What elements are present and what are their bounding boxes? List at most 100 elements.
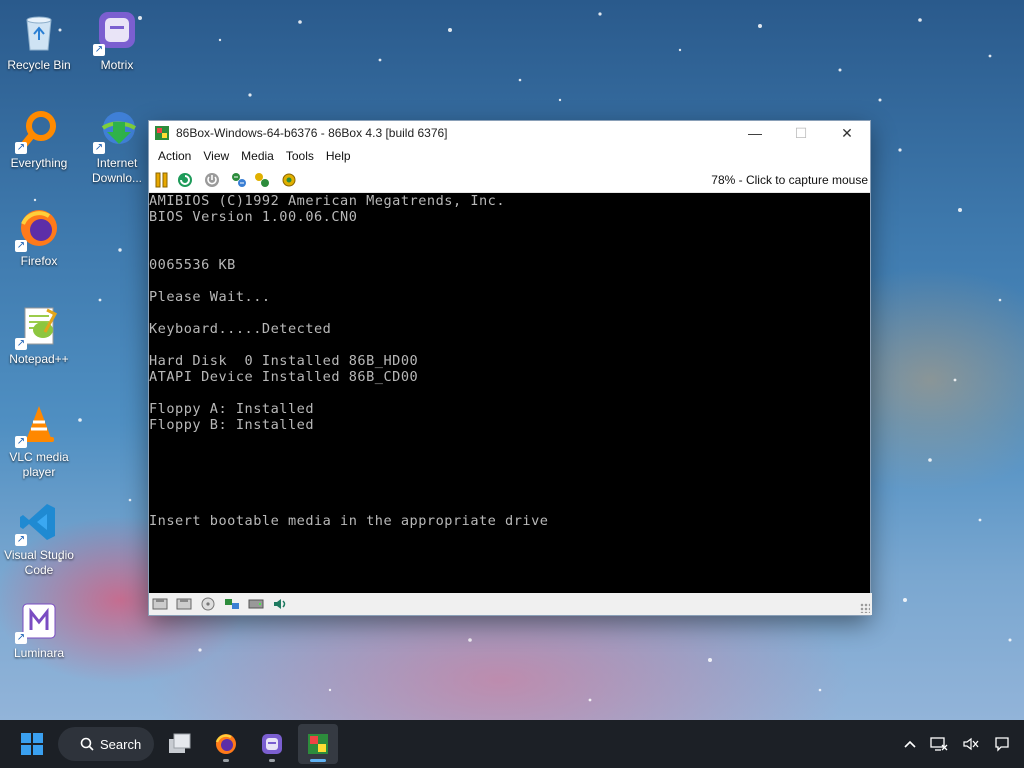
power-icon: [205, 172, 219, 187]
network-tray-button[interactable]: [930, 736, 948, 752]
hard-disk-icon: [248, 599, 264, 609]
desktop-icon-internet-download-manager[interactable]: ↗ Internet Downlo...: [78, 108, 156, 186]
show-hidden-icons-button[interactable]: [904, 740, 916, 748]
notepadpp-icon: ↗: [15, 304, 61, 350]
desktop-icon-firefox[interactable]: ↗ Firefox: [0, 206, 78, 269]
menu-bar: Action View Media Tools Help: [149, 145, 870, 167]
resize-grip[interactable]: [860, 603, 870, 613]
search-icon: [80, 737, 94, 751]
taskbar-search[interactable]: Search: [58, 727, 154, 761]
hard-reset-button[interactable]: [230, 171, 248, 189]
ctrl-alt-del-button[interactable]: [176, 171, 194, 189]
shortcut-arrow-icon: ↗: [15, 142, 27, 154]
notifications-button[interactable]: [994, 736, 1010, 752]
bios-line: Insert bootable media in the appropriate…: [149, 513, 549, 529]
floppy-icon: [152, 598, 168, 610]
everything-icon: ↗: [15, 108, 61, 154]
shortcut-arrow-icon: ↗: [15, 534, 27, 546]
bios-line: 0065536 KB: [149, 257, 236, 273]
bios-line: BIOS Version 1.00.06.CN0: [149, 209, 358, 225]
close-button[interactable]: ✕: [824, 121, 870, 145]
desktop-icon-notepadpp[interactable]: ↗ Notepad++: [0, 304, 78, 367]
86box-icon: [155, 126, 169, 140]
pause-button[interactable]: [153, 171, 171, 189]
shortcut-arrow-icon: ↗: [15, 338, 27, 350]
bios-line: Keyboard.....Detected: [149, 321, 332, 337]
maximize-button[interactable]: ☐: [778, 121, 824, 145]
taskbar-firefox[interactable]: [206, 724, 246, 764]
shortcut-arrow-icon: ↗: [93, 44, 105, 56]
running-indicator: [269, 759, 275, 762]
hard-disk-status[interactable]: [247, 596, 265, 612]
bios-line: [149, 433, 548, 449]
windows-logo-icon: [21, 733, 43, 755]
network-icon: [225, 599, 239, 609]
desktop-icon-label: VLC media player: [9, 450, 69, 479]
minimize-button[interactable]: —: [732, 121, 778, 145]
menu-media[interactable]: Media: [235, 149, 280, 163]
desktop-icon-label: Motrix: [100, 58, 134, 72]
taskbar-task-view[interactable]: [160, 724, 200, 764]
cdrom-icon: [201, 597, 215, 611]
desktop-icon-label: Visual Studio Code: [4, 548, 74, 577]
window-title: 86Box-Windows-64-b6376 - 86Box 4.3 [buil…: [176, 126, 448, 140]
settings-button[interactable]: [280, 171, 298, 189]
bios-line: [149, 449, 548, 465]
menu-view[interactable]: View: [197, 149, 235, 163]
power-button[interactable]: [203, 171, 221, 189]
floppy-icon: [176, 598, 192, 610]
cdrom-status[interactable]: [199, 596, 217, 612]
shortcut-arrow-icon: ↗: [15, 240, 27, 252]
system-tray: [890, 720, 1010, 768]
title-bar[interactable]: 86Box-Windows-64-b6376 - 86Box 4.3 [buil…: [149, 121, 870, 145]
vlc-icon: ↗: [15, 402, 61, 448]
desktop-icon-everything[interactable]: ↗ Everything: [0, 108, 78, 171]
recycle-bin-icon: [17, 10, 61, 54]
firefox-icon: [215, 734, 236, 754]
desktop-icon-label: Luminara: [13, 646, 65, 660]
start-button[interactable]: [12, 724, 52, 764]
bios-line: [149, 273, 548, 289]
bios-line: Floppy A: Installed: [149, 401, 314, 417]
floppy-b-status[interactable]: [175, 596, 193, 612]
hard-reset-icon: [232, 172, 246, 187]
settings-icon: [282, 173, 296, 186]
emulator-screen[interactable]: AMIBIOS (C)1992 American Megatrends, Inc…: [149, 193, 870, 593]
desktop-icon-label: Notepad++: [9, 352, 69, 366]
desktop-icon-vlc[interactable]: ↗ VLC media player: [0, 402, 78, 480]
floppy-a-status[interactable]: [151, 596, 169, 612]
active-indicator: [310, 759, 326, 762]
taskbar-motrix[interactable]: [252, 724, 292, 764]
vscode-icon: ↗: [15, 500, 61, 546]
desktop-icon-vscode[interactable]: ↗ Visual Studio Code: [0, 500, 78, 578]
volume-muted-icon: [963, 737, 979, 751]
bios-line: Please Wait...: [149, 289, 271, 305]
bios-line: AMIBIOS (C)1992 American Megatrends, Inc…: [149, 193, 506, 209]
volume-tray-button[interactable]: [962, 736, 980, 752]
desktop-icon-label: Everything: [10, 156, 68, 170]
keyboard-combo-icon: [255, 172, 269, 187]
menu-help[interactable]: Help: [320, 149, 357, 163]
taskbar-86box[interactable]: [298, 724, 338, 764]
running-indicator: [223, 759, 229, 762]
sound-status[interactable]: [271, 596, 289, 612]
ctrl-alt-esc-button[interactable]: [253, 171, 271, 189]
luminara-icon: ↗: [15, 598, 61, 644]
status-bar: [149, 593, 872, 615]
mouse-capture-status: 78% - Click to capture mouse: [711, 173, 868, 187]
bios-line: [149, 337, 548, 353]
bios-line: [149, 497, 548, 513]
menu-action[interactable]: Action: [152, 149, 197, 163]
desktop-icon-recycle-bin[interactable]: Recycle Bin: [0, 10, 78, 73]
motrix-icon: ↗: [93, 10, 139, 56]
desktop-icon-label: Internet Downlo...: [91, 156, 143, 185]
network-status[interactable]: [223, 596, 241, 612]
86box-icon: [308, 734, 328, 754]
shortcut-arrow-icon: ↗: [15, 632, 27, 644]
bios-line: [149, 481, 548, 497]
desktop-icon-luminara[interactable]: ↗ Luminara: [0, 598, 78, 661]
menu-tools[interactable]: Tools: [280, 149, 320, 163]
desktop-icon-motrix[interactable]: ↗ Motrix: [78, 10, 156, 73]
taskbar: Search: [0, 720, 1024, 768]
speaker-icon: [274, 599, 286, 609]
